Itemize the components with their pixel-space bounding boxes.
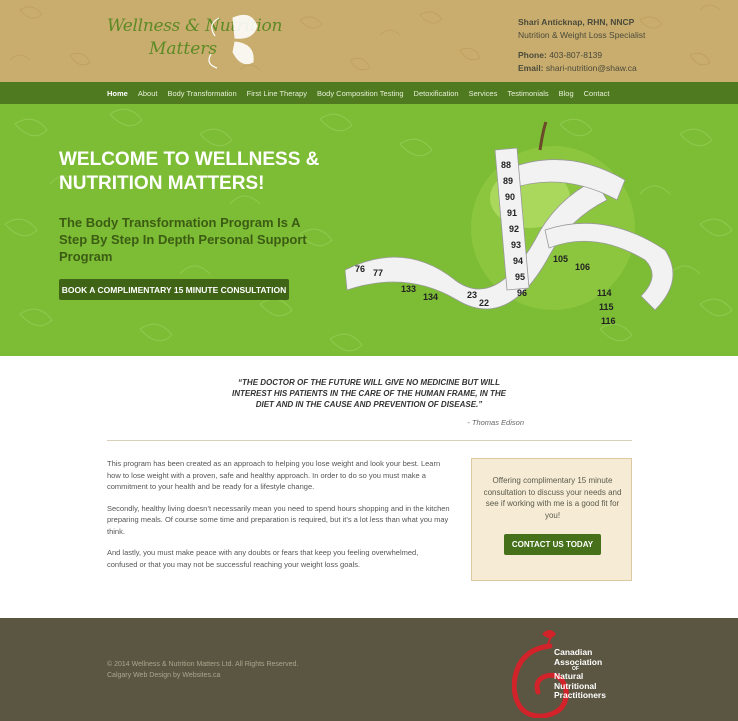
contact-info: Shari Anticknap, RHN, NNCP Nutrition & W… [518, 16, 645, 75]
edison-quote: “THE DOCTOR OF THE FUTURE WILL GIVE NO M… [232, 378, 506, 409]
butterfly-icon [208, 14, 258, 69]
canp-line2: Association [554, 656, 603, 667]
tape-number: 134 [423, 292, 438, 302]
hero-title: WELCOME TO WELLNESS & NUTRITION MATTERS! [59, 149, 320, 194]
nav-item-blog[interactable]: Blog [559, 89, 574, 98]
nav-item-services[interactable]: Services [469, 89, 498, 98]
book-consultation-button[interactable]: BOOK A COMPLIMENTARY 15 MINUTE CONSULTAT… [59, 279, 289, 300]
main-nav: Home About Body Transformation First Lin… [0, 82, 738, 104]
site-logo[interactable]: Wellness & Nutrition Matters [105, 8, 282, 80]
tape-number: 77 [373, 268, 383, 278]
tape-number: 23 [467, 290, 477, 300]
tape-number: 95 [515, 272, 525, 282]
nav-item-home[interactable]: Home [107, 89, 128, 98]
tape-number: 115 [599, 302, 614, 312]
nav-item-body-transformation[interactable]: Body Transformation [167, 89, 236, 98]
paragraph-3: And lastly, you must make peace with any… [107, 548, 419, 569]
phone-number[interactable]: 403-807-8139 [549, 50, 602, 60]
tape-number: 88 [501, 160, 511, 170]
paragraph-1: This program has been created as an appr… [107, 459, 441, 491]
hero-banner: WELCOME TO WELLNESS & NUTRITION MATTERS!… [0, 104, 738, 356]
quote-author: - Thomas Edison [467, 418, 524, 427]
consultation-offer-box: Offering complimentary 15 minute consult… [471, 458, 632, 581]
contact-us-button[interactable]: CONTACT US TODAY [504, 534, 601, 555]
section-divider [107, 440, 632, 441]
hero-subtitle: The Body Transformation Program Is A Ste… [59, 215, 307, 264]
canp-line3: Natural [554, 671, 584, 681]
tape-number: 94 [513, 256, 523, 266]
canp-text: Canadian Association OF Natural Nutritio… [554, 647, 606, 701]
web-design-credit-link[interactable]: Calgary Web Design by Websites.ca [107, 671, 298, 682]
tape-number: 105 [553, 254, 568, 264]
nav-item-first-line-therapy[interactable]: First Line Therapy [247, 89, 307, 98]
consultation-offer-text: Offering complimentary 15 minute consult… [483, 476, 622, 520]
canp-line4: Nutritional [554, 680, 597, 691]
tape-number: 89 [503, 176, 513, 186]
canp-line5: Practitioners [554, 690, 606, 700]
site-header: Wellness & Nutrition Matters Shari Antic… [0, 0, 738, 82]
nav-item-contact[interactable]: Contact [584, 89, 610, 98]
tape-number: 106 [575, 262, 590, 272]
copyright-text: © 2014 Wellness & Nutrition Matters Ltd.… [107, 661, 299, 668]
tape-number: 114 [597, 288, 612, 298]
contact-title: Nutrition & Weight Loss Specialist [518, 30, 646, 40]
canp-association-logo[interactable]: Canadian Association OF Natural Nutritio… [511, 628, 632, 721]
phone-label: Phone: [518, 50, 547, 60]
nav-item-testimonials[interactable]: Testimonials [507, 89, 548, 98]
tape-number: 96 [517, 288, 527, 298]
apple-measuring-tape-image: 88 89 90 91 92 93 94 95 96 105 106 114 1… [345, 121, 674, 326]
contact-name: Shari Anticknap, RHN, NNCP [518, 17, 635, 27]
tape-number: 91 [507, 208, 517, 218]
nav-item-detoxification[interactable]: Detoxification [414, 89, 459, 98]
tape-number: 116 [601, 316, 616, 326]
tape-number: 90 [505, 192, 515, 202]
tape-number: 22 [479, 298, 489, 308]
nav-item-body-composition-testing[interactable]: Body Composition Testing [317, 89, 404, 98]
program-description: This program has been created as an appr… [107, 458, 450, 580]
nav-item-about[interactable]: About [138, 89, 158, 98]
tape-number: 133 [401, 284, 416, 294]
canp-line1: Canadian [554, 647, 593, 657]
email-label: Email: [518, 63, 544, 73]
tape-number: 93 [511, 240, 521, 250]
paragraph-2: Secondly, healthy living doesn’t necessa… [107, 503, 450, 536]
email-link[interactable]: shari-nutrition@shaw.ca [546, 63, 637, 73]
tape-number: 92 [509, 224, 519, 234]
footer-copyright: © 2014 Wellness & Nutrition Matters Ltd.… [107, 660, 298, 681]
tape-number: 76 [355, 264, 365, 274]
